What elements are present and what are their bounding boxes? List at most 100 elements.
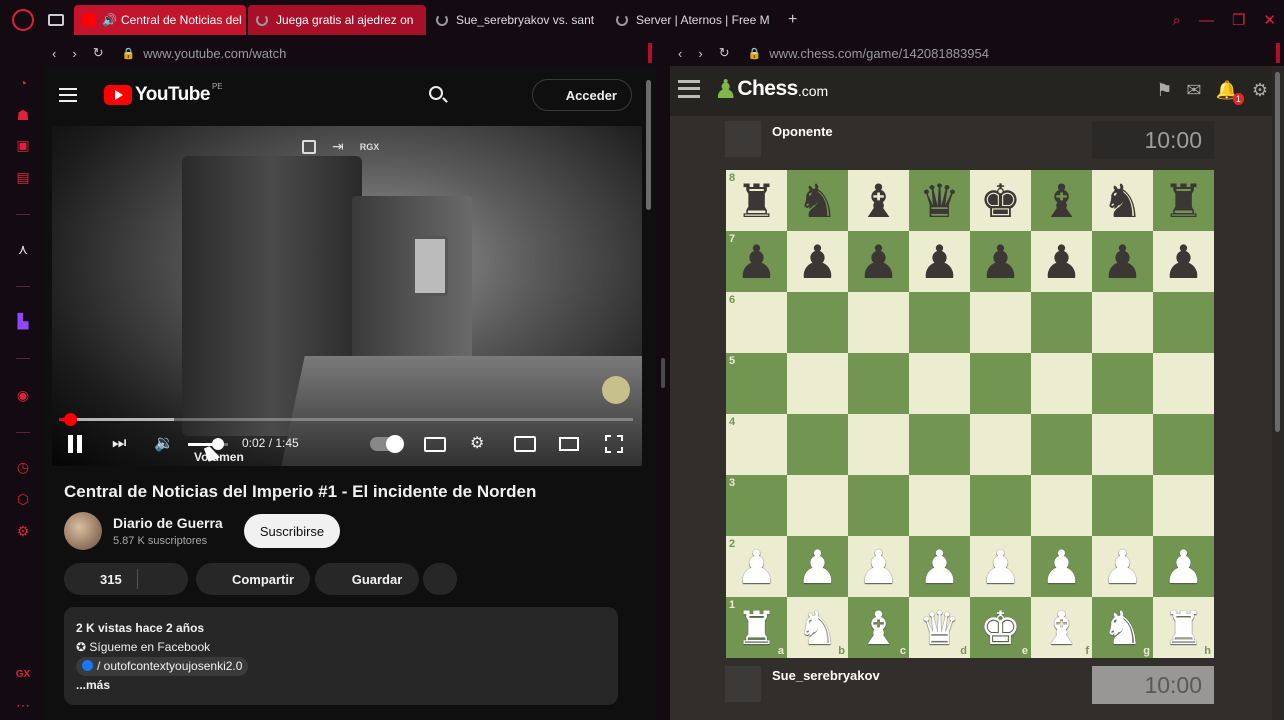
black-pawn-icon[interactable]: ♟ — [858, 239, 899, 285]
board-square[interactable]: ♜ 8 — [726, 170, 787, 231]
mail-icon[interactable]: ✉ — [1186, 80, 1201, 101]
board-square[interactable]: ♝ — [1031, 170, 1092, 231]
board-square[interactable]: ♝ c — [848, 597, 909, 658]
url-text[interactable]: www.chess.com/game/142081883954 — [769, 46, 989, 61]
black-pawn-icon[interactable]: ♟ — [980, 239, 1021, 285]
black-knight-icon[interactable]: ♞ — [797, 178, 838, 224]
search-tabs-icon[interactable]: ⌕ — [1173, 12, 1181, 29]
board-square[interactable]: 6 — [726, 292, 787, 353]
messenger-icon[interactable]: ▣ — [14, 136, 32, 154]
board-square[interactable]: ♟ — [909, 231, 970, 292]
gear-icon[interactable]: ⚙ — [470, 434, 484, 454]
maker-icon[interactable]: ▤ — [14, 168, 32, 186]
board-square[interactable]: ♝ f — [1031, 597, 1092, 658]
black-king-icon[interactable]: ♚ — [980, 178, 1021, 224]
board-square[interactable]: ♞ g — [1092, 597, 1153, 658]
white-king-icon[interactable]: ♚ — [980, 605, 1021, 651]
board-square[interactable]: ♟ — [787, 231, 848, 292]
forward-icon[interactable]: › — [698, 46, 702, 61]
board-square[interactable] — [848, 292, 909, 353]
board-square[interactable] — [1031, 414, 1092, 475]
white-pawn-icon[interactable]: ♟ — [1041, 544, 1082, 590]
black-queen-icon[interactable]: ♛ — [919, 178, 960, 224]
back-icon[interactable]: ‹ — [52, 46, 56, 61]
channel-name[interactable]: Diario de Guerra — [113, 515, 223, 531]
white-rook-icon[interactable]: ♜ — [736, 605, 777, 651]
black-rook-icon[interactable]: ♜ — [736, 178, 777, 224]
white-queen-icon[interactable]: ♛ — [919, 605, 960, 651]
volume-slider[interactable] — [188, 438, 228, 450]
board-square[interactable] — [909, 292, 970, 353]
white-pawn-icon[interactable]: ♟ — [736, 544, 777, 590]
board-square[interactable]: ♟ — [1031, 231, 1092, 292]
reload-icon[interactable]: ↻ — [719, 45, 730, 61]
theater-mode-icon[interactable] — [559, 437, 579, 451]
board-square[interactable]: 4 — [726, 414, 787, 475]
maximize-icon[interactable]: ❐ — [1232, 11, 1245, 29]
miniplayer-icon[interactable] — [514, 436, 536, 452]
opera-logo-icon[interactable] — [12, 9, 34, 31]
progress-bar[interactable] — [59, 413, 633, 426]
split-grip-icon[interactable] — [661, 358, 665, 388]
board-square[interactable] — [787, 414, 848, 475]
history-icon[interactable]: ◷ — [14, 458, 32, 476]
black-pawn-icon[interactable]: ♟ — [919, 239, 960, 285]
chess-logo[interactable]: ♟ Chess .com — [714, 76, 828, 102]
black-pawn-icon[interactable]: ♟ — [1102, 239, 1143, 285]
workspaces-icon[interactable] — [48, 14, 64, 26]
avatar[interactable] — [725, 666, 761, 702]
scrollbar-thumb[interactable] — [1275, 72, 1280, 432]
white-pawn-icon[interactable]: ♟ — [1163, 544, 1204, 590]
youtube-logo[interactable]: YouTube PE — [104, 82, 223, 106]
board-square[interactable] — [787, 353, 848, 414]
board-square[interactable] — [909, 414, 970, 475]
fullscreen-icon[interactable] — [605, 435, 623, 453]
board-square[interactable] — [1092, 414, 1153, 475]
white-knight-icon[interactable]: ♞ — [797, 605, 838, 651]
back-icon[interactable]: ‹ — [678, 46, 682, 61]
menu-icon[interactable] — [59, 88, 77, 102]
robot-icon[interactable]: ☗ — [14, 106, 32, 124]
board-square[interactable]: ♟ — [787, 536, 848, 597]
white-pawn-icon[interactable]: ♟ — [980, 544, 1021, 590]
board-square[interactable] — [848, 414, 909, 475]
more-actions-button[interactable] — [423, 563, 457, 595]
board-square[interactable]: 3 — [726, 475, 787, 536]
white-pawn-icon[interactable]: ♟ — [858, 544, 899, 590]
board-square[interactable] — [970, 475, 1031, 536]
board-square[interactable] — [1092, 292, 1153, 353]
white-pawn-icon[interactable]: ♟ — [1102, 544, 1143, 590]
board-square[interactable]: ♞ — [1092, 170, 1153, 231]
extensions-icon[interactable]: ⬡ — [14, 490, 32, 508]
subscribe-button[interactable]: Suscribirse — [244, 514, 340, 548]
tab-chess-play[interactable]: Juega gratis al ajedrez on — [248, 5, 426, 35]
white-knight-icon[interactable]: ♞ — [1102, 605, 1143, 651]
puzzle-icon[interactable]: ⚑ — [1156, 80, 1172, 101]
popout-icon[interactable]: ⇥ — [332, 138, 344, 155]
overlay-badge[interactable]: RGX — [360, 142, 380, 152]
white-pawn-icon[interactable]: ♟ — [797, 544, 838, 590]
board-square[interactable]: ♜ h — [1153, 597, 1214, 658]
board-square[interactable]: ♞ b — [787, 597, 848, 658]
board-square[interactable]: ♟ — [848, 231, 909, 292]
black-knight-icon[interactable]: ♞ — [1102, 178, 1143, 224]
board-square[interactable] — [787, 475, 848, 536]
board-square[interactable]: ♝ — [848, 170, 909, 231]
pause-icon[interactable] — [68, 435, 82, 453]
white-pawn-icon[interactable]: ♟ — [919, 544, 960, 590]
board-square[interactable] — [970, 292, 1031, 353]
black-pawn-icon[interactable]: ♟ — [797, 239, 838, 285]
white-bishop-icon[interactable]: ♝ — [1041, 605, 1082, 651]
board-square[interactable]: ♛ d — [909, 597, 970, 658]
board-square[interactable]: ♟ — [909, 536, 970, 597]
board-square[interactable]: ♜ 1 a — [726, 597, 787, 658]
like-button[interactable]: 315 — [64, 563, 188, 595]
reload-icon[interactable]: ↻ — [93, 45, 104, 61]
show-more-link[interactable]: ...más — [76, 676, 606, 695]
board-square[interactable]: ♟ — [970, 536, 1031, 597]
board-square[interactable] — [909, 475, 970, 536]
board-square[interactable] — [848, 475, 909, 536]
progress-handle[interactable] — [63, 413, 77, 426]
board-square[interactable] — [1031, 353, 1092, 414]
board-square[interactable]: ♜ — [1153, 170, 1214, 231]
